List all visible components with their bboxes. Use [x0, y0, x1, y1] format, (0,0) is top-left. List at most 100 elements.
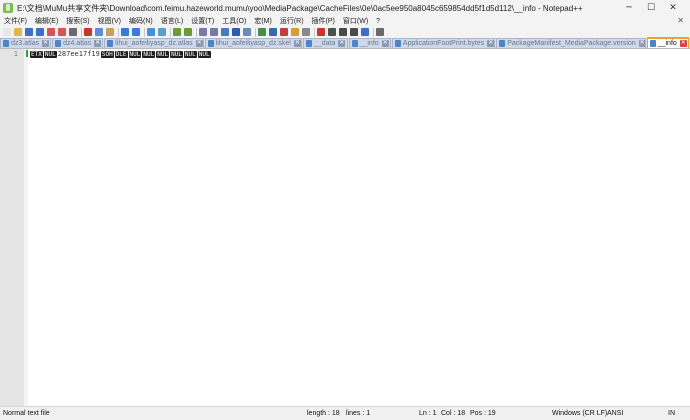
menu-item[interactable]: 工具(O): [222, 16, 246, 26]
menu-item[interactable]: ?: [376, 18, 380, 25]
redo-icon[interactable]: [132, 28, 140, 36]
word-wrap-icon[interactable]: [221, 28, 229, 36]
status-line: Ln : 1: [419, 410, 437, 417]
control-char: NUL: [128, 50, 142, 58]
tab[interactable]: ApplicationFootPrint.bytes ✕: [391, 38, 496, 48]
menu-item[interactable]: 编辑(E): [35, 16, 58, 26]
menu-item[interactable]: 搜索(S): [66, 16, 89, 26]
save-icon[interactable]: [25, 28, 33, 36]
editor-area[interactable]: 1 ETX NUL 287ee17f19 SOH DLE NUL NUL NUL NUL NUL N…: [0, 49, 690, 406]
toolbar-separator: [373, 27, 374, 37]
save-all-icon[interactable]: [36, 28, 44, 36]
tab[interactable]: PackageManifest_MediaPackage.version ✕: [496, 38, 646, 48]
save-macro-icon[interactable]: [361, 28, 369, 36]
zoom-in-icon[interactable]: [173, 28, 181, 36]
menu-item[interactable]: 宏(M): [254, 16, 272, 26]
tab-label: lihui_aofeiliyasp_dz.atlas: [115, 40, 193, 47]
control-char: NUL: [142, 50, 156, 58]
menu-bar: 文件(F) 编辑(E) 搜索(S) 视图(V) 编码(N) 语言(L) 设置(T) 工具(O)…: [0, 16, 690, 26]
control-char: NUL: [170, 50, 183, 58]
tab[interactable]: lihui_aofeiliyasp_dz.skel ✕: [204, 38, 302, 48]
menu-item[interactable]: 设置(T): [191, 16, 214, 26]
folder-workspace-icon[interactable]: [291, 28, 299, 36]
change-marker: [26, 50, 28, 57]
indent-guide-icon[interactable]: [243, 28, 251, 36]
close-document-icon[interactable]: ✕: [677, 16, 684, 25]
maximize-button[interactable]: ☐: [640, 0, 662, 16]
zoom-out-icon[interactable]: [184, 28, 192, 36]
tab-close-icon[interactable]: ✕: [293, 40, 301, 47]
tab[interactable]: __data ✕: [302, 38, 348, 48]
playback-macro-icon[interactable]: [339, 28, 347, 36]
tab-close-icon[interactable]: ✕: [381, 40, 389, 47]
menu-item[interactable]: 文件(F): [4, 16, 27, 26]
tab[interactable]: lihui_aofeiliyasp_dz.atlas ✕: [104, 38, 204, 48]
close-window-button[interactable]: ✕: [662, 0, 684, 16]
status-encoding[interactable]: ANSI: [607, 410, 623, 417]
sync-vertical-icon[interactable]: [199, 28, 207, 36]
new-file-icon[interactable]: [3, 28, 11, 36]
tab-close-icon[interactable]: ✕: [42, 40, 50, 47]
copy-icon[interactable]: [95, 28, 103, 36]
document-icon: [207, 40, 214, 47]
tab[interactable]: dz4.atlas ✕: [52, 38, 104, 48]
fold-margin: [24, 49, 28, 406]
print-icon[interactable]: [69, 28, 77, 36]
tab-close-icon[interactable]: ✕: [679, 40, 687, 47]
doc-map-icon[interactable]: [269, 28, 277, 36]
menu-item[interactable]: 插件(P): [312, 16, 335, 26]
notepad-plus-plus-icon: [3, 3, 13, 13]
tab[interactable]: dz3.atlas ✕: [0, 38, 52, 48]
paste-icon[interactable]: [106, 28, 114, 36]
tab-close-icon[interactable]: ✕: [195, 40, 203, 47]
document-icon: [107, 40, 114, 47]
show-all-chars-icon[interactable]: [232, 28, 240, 36]
toolbar-separator: [196, 27, 197, 37]
find-icon[interactable]: [147, 28, 155, 36]
toolbar-separator: [118, 27, 119, 37]
toolbar-separator: [314, 27, 315, 37]
tab-label: __info: [359, 40, 379, 47]
document-icon: [3, 40, 9, 47]
replace-icon[interactable]: [158, 28, 166, 36]
control-char: NUL: [197, 50, 211, 58]
sync-horizontal-icon[interactable]: [210, 28, 218, 36]
udl-icon[interactable]: [258, 28, 266, 36]
document-icon: [351, 40, 358, 47]
status-insert-mode: IN: [668, 410, 675, 417]
editor-line[interactable]: ETX NUL 287ee17f19 SOH DLE NUL NUL NUL NUL NUL NUL: [30, 50, 212, 58]
menu-item[interactable]: 运行(R): [280, 16, 304, 26]
tab-label: __info: [657, 40, 677, 47]
function-list-icon[interactable]: [280, 28, 288, 36]
status-bar: Normal text file length : 18 lines : 1 L…: [0, 406, 690, 420]
status-lines: lines : 1: [346, 410, 371, 417]
record-macro-icon[interactable]: [317, 28, 325, 36]
tab-label: ApplicationFootPrint.bytes: [402, 40, 485, 47]
close-all-icon[interactable]: [58, 28, 66, 36]
tab-active[interactable]: __info ✕: [646, 37, 690, 48]
control-char: DLE: [114, 50, 128, 58]
monitoring-icon[interactable]: [302, 28, 310, 36]
stop-record-icon[interactable]: [328, 28, 336, 36]
run-macro-multiple-icon[interactable]: [350, 28, 358, 36]
cut-icon[interactable]: [84, 28, 92, 36]
tab[interactable]: __info ✕: [348, 38, 391, 48]
spell-check-icon[interactable]: [376, 28, 384, 36]
document-icon: [394, 40, 401, 47]
tab-label: lihui_aofeiliyasp_dz.skel: [215, 40, 291, 47]
menu-item[interactable]: 视图(V): [98, 16, 121, 26]
tab-close-icon[interactable]: ✕: [338, 40, 346, 47]
minimize-button[interactable]: ─: [618, 0, 640, 16]
tab-bar: dz3.atlas ✕ dz4.atlas ✕ lihui_aofeiliyasp_dz…: [0, 37, 690, 49]
menu-item[interactable]: 编码(N): [129, 16, 153, 26]
tab-close-icon[interactable]: ✕: [638, 40, 645, 47]
status-column: Col : 18: [441, 410, 466, 417]
status-eol[interactable]: Windows (CR LF): [552, 410, 607, 417]
undo-icon[interactable]: [121, 28, 129, 36]
menu-item[interactable]: 窗口(W): [343, 16, 368, 26]
open-file-icon[interactable]: [14, 28, 22, 36]
tab-close-icon[interactable]: ✕: [94, 40, 102, 47]
tab-close-icon[interactable]: ✕: [487, 40, 495, 47]
close-icon[interactable]: [47, 28, 55, 36]
menu-item[interactable]: 语言(L): [161, 16, 184, 26]
